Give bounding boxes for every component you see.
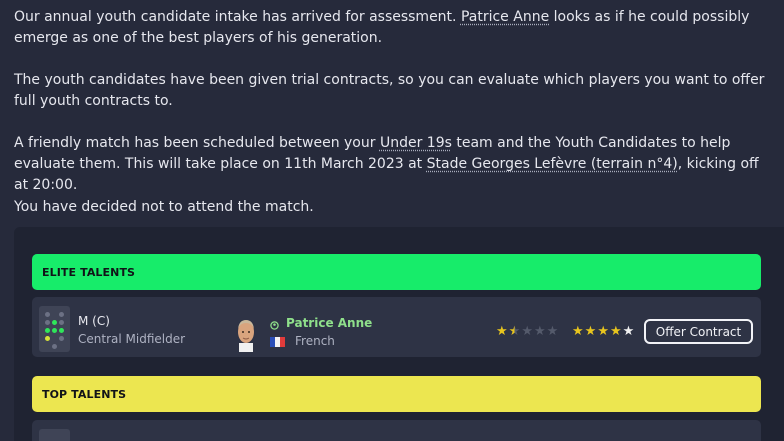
player-row[interactable] bbox=[32, 420, 761, 441]
pitch-position-icon bbox=[39, 429, 70, 441]
friendly-match-paragraph: A friendly match has been scheduled betw… bbox=[14, 133, 776, 196]
top-talents-header: TOP TALENTS bbox=[32, 376, 761, 412]
player-face-icon bbox=[238, 320, 254, 352]
star-icon: ★ bbox=[508, 324, 521, 339]
contracts-paragraph: The youth candidates have been given tri… bbox=[14, 72, 765, 109]
player-link[interactable]: Patrice Anne bbox=[461, 9, 549, 25]
star-icon: ★ bbox=[572, 324, 584, 339]
star-icon: ★ bbox=[546, 324, 559, 339]
star-icon: ★ bbox=[609, 324, 622, 339]
position-code: M (C) bbox=[78, 314, 110, 328]
star-icon: ★ bbox=[584, 324, 597, 339]
offer-contract-button[interactable]: Offer Contract bbox=[644, 319, 753, 344]
star-icon: ★ bbox=[533, 324, 546, 339]
potential-ability-stars: ★ ★ ★ ★ ★ bbox=[572, 325, 634, 338]
position-name: Central Midfielder bbox=[78, 332, 186, 346]
star-icon: ★ bbox=[597, 324, 609, 339]
nationality: French bbox=[295, 334, 335, 348]
star-icon: ★ bbox=[496, 324, 508, 339]
elite-talents-header: ELITE TALENTS bbox=[32, 254, 761, 290]
france-flag-icon bbox=[270, 337, 285, 347]
pitch-position-icon bbox=[39, 306, 70, 352]
attendance-paragraph: You have decided not to attend the match… bbox=[14, 199, 314, 215]
player-status-icon bbox=[270, 321, 279, 330]
team-link[interactable]: Under 19s bbox=[380, 135, 452, 151]
star-icon: ★ bbox=[622, 324, 635, 339]
intro-text: Our annual youth candidate intake has ar… bbox=[14, 9, 461, 25]
current-ability-stars: ★ ★ ★ ★ ★ bbox=[496, 325, 558, 338]
star-icon: ★ bbox=[521, 324, 533, 339]
player-name[interactable]: Patrice Anne bbox=[286, 316, 372, 330]
venue-link[interactable]: Stade Georges Lefèvre (terrain n°4) bbox=[427, 156, 678, 172]
match-text: A friendly match has been scheduled betw… bbox=[14, 135, 380, 151]
player-row[interactable]: M (C) Central Midfielder Patrice Anne Fr… bbox=[32, 297, 761, 357]
intro-paragraph: Our annual youth candidate intake has ar… bbox=[14, 7, 776, 49]
